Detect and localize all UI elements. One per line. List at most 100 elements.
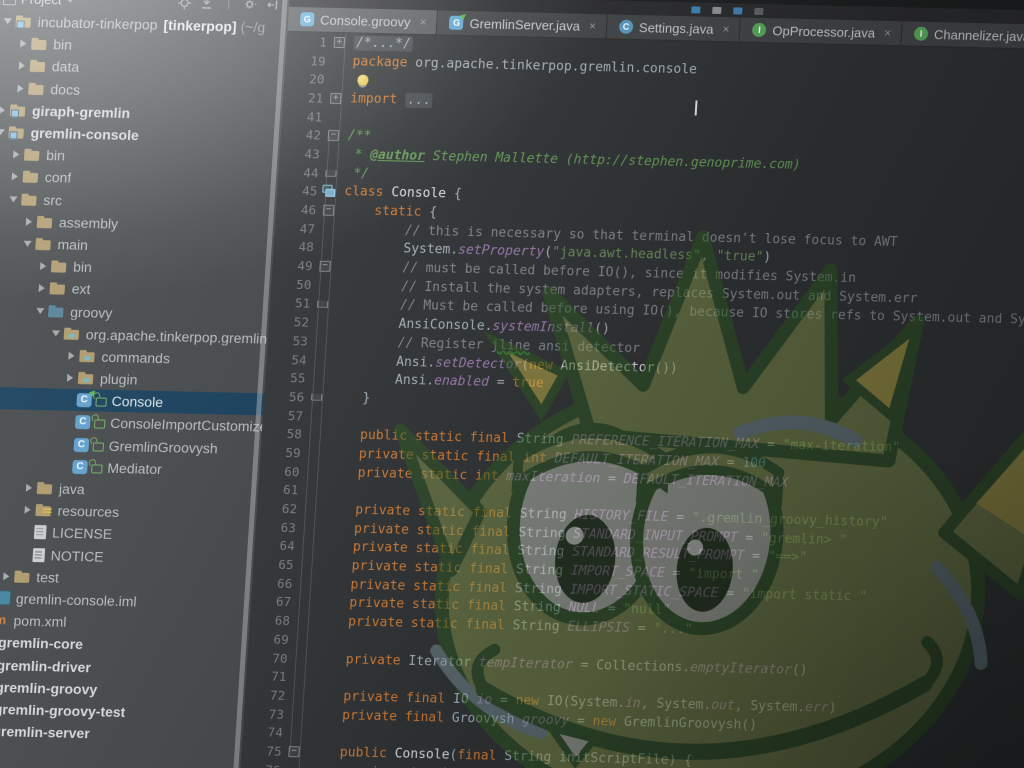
line-number[interactable]: 21 bbox=[283, 90, 328, 106]
fold-gutter[interactable]: − bbox=[285, 742, 304, 761]
line-number[interactable]: 53 bbox=[267, 332, 312, 348]
fold-gutter[interactable] bbox=[322, 164, 341, 183]
chevron-right-icon[interactable] bbox=[21, 484, 38, 492]
tab-opprocessor-java[interactable]: IOpProcessor.java× bbox=[740, 18, 903, 46]
line-number[interactable]: 1 bbox=[286, 34, 331, 50]
split-icon[interactable] bbox=[733, 7, 742, 14]
line-number[interactable]: 49 bbox=[272, 258, 317, 274]
chevron-right-icon[interactable] bbox=[62, 374, 79, 382]
line-number[interactable]: 62 bbox=[257, 500, 302, 516]
fold-gutter[interactable] bbox=[329, 52, 348, 71]
fold-gutter[interactable]: + bbox=[327, 89, 346, 108]
fold-expand-icon[interactable]: + bbox=[330, 93, 342, 104]
code-editor[interactable]: 1+/*...*/19package org.apache.tinkerpop.… bbox=[236, 32, 1024, 768]
line-number[interactable]: 75 bbox=[241, 743, 286, 759]
fold-gutter[interactable] bbox=[314, 294, 333, 313]
chevron-right-icon[interactable] bbox=[35, 262, 52, 270]
chevron-right-icon[interactable] bbox=[14, 62, 31, 70]
fold-gutter[interactable] bbox=[292, 630, 311, 649]
fold-gutter[interactable] bbox=[293, 611, 312, 630]
fold-gutter[interactable] bbox=[300, 499, 319, 518]
chevron-down-icon[interactable] bbox=[5, 196, 21, 202]
line-number[interactable]: 47 bbox=[274, 220, 319, 236]
line-number[interactable]: 46 bbox=[276, 202, 321, 218]
fold-gutter[interactable] bbox=[302, 481, 321, 500]
line-number[interactable]: 68 bbox=[249, 612, 294, 628]
fold-gutter[interactable] bbox=[328, 70, 347, 89]
fold-gutter[interactable]: − bbox=[324, 126, 343, 145]
fold-gutter[interactable]: − bbox=[316, 257, 335, 276]
chevron-down-icon[interactable] bbox=[48, 330, 64, 336]
line-number[interactable]: 55 bbox=[265, 370, 310, 386]
line-number[interactable]: 42 bbox=[280, 127, 325, 143]
fold-gutter[interactable] bbox=[297, 555, 316, 574]
chevron-right-icon[interactable] bbox=[19, 506, 36, 514]
line-number[interactable]: 70 bbox=[247, 650, 292, 666]
line-number[interactable]: 52 bbox=[269, 314, 314, 330]
tab-gremlinserver-java[interactable]: GGremlinServer.java× bbox=[437, 10, 608, 38]
locate-icon[interactable] bbox=[178, 0, 192, 9]
line-number[interactable]: 71 bbox=[246, 668, 291, 684]
fold-gutter[interactable] bbox=[287, 705, 306, 724]
hide-icon[interactable] bbox=[266, 0, 280, 11]
chevron-right-icon[interactable] bbox=[15, 40, 32, 48]
fold-gutter[interactable] bbox=[310, 350, 329, 369]
grid-icon[interactable] bbox=[712, 6, 721, 13]
fold-gutter[interactable] bbox=[290, 667, 309, 686]
line-number[interactable]: 73 bbox=[243, 706, 288, 722]
tab-channelizer-java[interactable]: IChannelizer.java× bbox=[901, 21, 1024, 49]
line-number[interactable]: 59 bbox=[260, 444, 305, 460]
chevron-right-icon[interactable] bbox=[8, 151, 25, 159]
line-number[interactable]: 61 bbox=[258, 482, 303, 498]
fold-gutter[interactable]: − bbox=[320, 201, 339, 220]
line-number[interactable]: 57 bbox=[263, 407, 308, 423]
fold-gutter[interactable] bbox=[296, 574, 315, 593]
line-number[interactable]: 45 bbox=[277, 183, 322, 199]
chevron-down-icon[interactable] bbox=[0, 18, 16, 24]
tab-console-groovy[interactable]: GConsole.groovy× bbox=[287, 7, 438, 34]
line-number[interactable]: 19 bbox=[285, 52, 330, 68]
fold-gutter[interactable] bbox=[286, 723, 305, 742]
chevron-down-icon[interactable] bbox=[32, 307, 48, 313]
fold-gutter[interactable] bbox=[298, 537, 317, 556]
fold-gutter[interactable] bbox=[295, 593, 314, 612]
chevron-right-icon[interactable] bbox=[34, 284, 51, 292]
fold-gutter[interactable] bbox=[318, 220, 337, 239]
fold-gutter[interactable] bbox=[323, 145, 342, 164]
fold-gutter[interactable] bbox=[291, 649, 310, 668]
fold-gutter[interactable] bbox=[315, 276, 334, 295]
lightbulb-icon[interactable] bbox=[357, 75, 369, 86]
fold-gutter[interactable] bbox=[311, 332, 330, 351]
line-number[interactable]: 67 bbox=[251, 594, 296, 610]
line-number[interactable]: 63 bbox=[255, 519, 300, 535]
close-icon[interactable]: × bbox=[722, 22, 730, 36]
fold-gutter[interactable] bbox=[284, 761, 303, 768]
tab-settings-java[interactable]: CSettings.java× bbox=[606, 14, 741, 41]
line-number[interactable]: 72 bbox=[245, 687, 290, 703]
line-number[interactable]: 20 bbox=[284, 71, 329, 87]
line-number[interactable]: 60 bbox=[259, 463, 304, 479]
fold-gutter[interactable] bbox=[317, 238, 336, 257]
fold-gutter[interactable] bbox=[321, 182, 340, 201]
line-number[interactable]: 44 bbox=[278, 164, 323, 180]
fold-gutter[interactable] bbox=[312, 313, 331, 332]
fold-gutter[interactable] bbox=[303, 462, 322, 481]
line-number[interactable]: 66 bbox=[252, 575, 297, 591]
bookmark-icon[interactable] bbox=[754, 7, 763, 14]
line-number[interactable]: 74 bbox=[242, 724, 287, 740]
line-number[interactable]: 65 bbox=[253, 556, 298, 572]
chevron-down-icon[interactable] bbox=[67, 0, 75, 2]
chevron-right-icon[interactable] bbox=[21, 217, 38, 225]
fold-gutter[interactable] bbox=[289, 686, 308, 705]
gear-icon[interactable] bbox=[244, 0, 258, 11]
close-icon[interactable]: × bbox=[419, 15, 427, 29]
line-number[interactable]: 54 bbox=[266, 351, 311, 367]
chevron-right-icon[interactable] bbox=[0, 572, 15, 580]
line-number[interactable]: 56 bbox=[264, 388, 309, 404]
fold-gutter[interactable] bbox=[309, 369, 328, 388]
close-icon[interactable]: × bbox=[884, 26, 892, 40]
chevron-right-icon[interactable] bbox=[0, 106, 10, 114]
fold-gutter[interactable] bbox=[308, 387, 327, 406]
chevron-right-icon[interactable] bbox=[63, 352, 80, 360]
line-number[interactable]: 41 bbox=[282, 108, 327, 124]
